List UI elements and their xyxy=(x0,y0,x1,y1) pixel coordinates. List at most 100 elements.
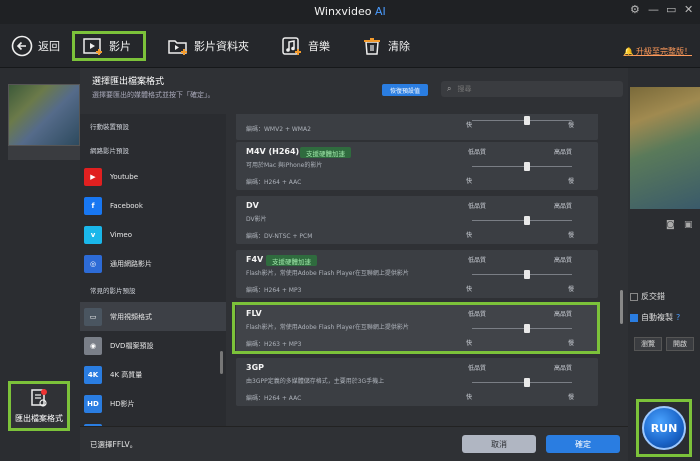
quality-slider-knob[interactable] xyxy=(524,116,530,125)
category-label: 4K 高質量 xyxy=(110,370,143,379)
app-title: Winxvideo AI xyxy=(0,5,700,18)
dvd-icon: ◉ xyxy=(84,336,102,355)
camera-icon[interactable]: ◙ xyxy=(666,220,675,230)
quality-slider-knob[interactable] xyxy=(524,378,530,387)
speed-slow-label: 慢 xyxy=(568,122,575,129)
dialog-header: 選擇匯出檔案格式 選擇要匯出的媒體格式並按下「確定」。 恢復預設值 ⌕ xyxy=(80,68,628,106)
cancel-button[interactable]: 取消 xyxy=(462,435,536,453)
quality-slider-track[interactable] xyxy=(472,382,572,383)
add-music-button[interactable]: 音樂 xyxy=(280,31,330,61)
category-item[interactable]: ▭ 常用視頻格式 xyxy=(80,302,226,331)
format-codec: 編碼：WMV2 + WMA2 xyxy=(246,126,311,133)
speed-fast-label: 快 xyxy=(466,178,473,185)
category-heading-web: 網路影片預設 xyxy=(90,147,129,155)
category-item[interactable]: v Vimeo xyxy=(80,220,226,249)
deinterlace-box[interactable] xyxy=(630,292,638,301)
selected-format-highlight xyxy=(232,302,600,354)
folder-label: 影片資料夾 xyxy=(194,40,249,53)
clear-button[interactable]: 清除 xyxy=(360,31,410,61)
search-input[interactable] xyxy=(457,85,598,93)
quality-slider-knob[interactable] xyxy=(524,162,530,171)
video-thumbnail[interactable] xyxy=(8,84,80,146)
youtube-icon: ▶ xyxy=(84,167,102,186)
category-label: 通用網路影片 xyxy=(110,259,152,268)
reset-defaults-button[interactable]: 恢復預設值 xyxy=(382,84,428,96)
speed-slow-label: 慢 xyxy=(568,232,575,239)
category-label: Youtube xyxy=(110,172,138,181)
category-item[interactable]: f Facebook xyxy=(80,191,226,220)
speed-slow-label: 慢 xyxy=(568,178,575,185)
category-label: DVD檔案預設 xyxy=(110,341,154,350)
autocopy-checkbox[interactable]: 自動複製 ? xyxy=(630,312,680,323)
folder-icon[interactable]: ▣ xyxy=(684,220,693,230)
quality-slider-track[interactable] xyxy=(472,220,572,221)
category-item[interactable]: TV電視機 xyxy=(80,418,226,426)
video-folder-button[interactable]: 影片資料夾 xyxy=(166,31,249,61)
back-label: 返回 xyxy=(38,40,60,53)
format-codec: 編碼：H264 + MP3 xyxy=(246,287,302,294)
back-button[interactable]: 返回 xyxy=(10,31,60,61)
add-video-button[interactable]: 影片 xyxy=(72,31,146,61)
quality-high-label: 高品質 xyxy=(554,203,573,210)
export-format-icon xyxy=(28,388,50,410)
minimize-icon[interactable]: — xyxy=(648,3,659,16)
quality-high-label: 高品質 xyxy=(554,257,573,264)
hd-icon: HD xyxy=(84,394,102,413)
category-scrollbar[interactable] xyxy=(220,351,223,374)
app-title-text: Winxvideo xyxy=(314,5,372,18)
format-name: 3GP xyxy=(246,363,264,372)
title-bar: Winxvideo AI ⚙ — ▭ ✕ xyxy=(0,0,700,24)
category-item[interactable]: ◉ DVD檔案預設 xyxy=(80,331,226,360)
category-item[interactable]: ◎ 通用網路影片 xyxy=(80,249,226,278)
quality-slider-track[interactable] xyxy=(472,274,572,275)
format-codec: 編碼：DV-NTSC + PCM xyxy=(246,233,313,240)
open-button[interactable]: 開啟 xyxy=(666,337,694,351)
export-format-button[interactable]: 匯出檔案格式 xyxy=(8,381,70,431)
ok-button[interactable]: 確定 xyxy=(546,435,620,453)
vimeo-icon: v xyxy=(84,225,102,244)
format-name: M4V (H264) xyxy=(246,147,300,156)
format-card[interactable]: 編碼：WMV2 + WMA2 快 慢 xyxy=(236,114,598,140)
category-mobile[interactable]: 行動裝置預設 xyxy=(80,114,226,138)
deinterlace-label: 反交錯 xyxy=(641,292,665,301)
search-box[interactable]: ⌕ xyxy=(441,81,623,97)
autocopy-box[interactable] xyxy=(630,313,638,322)
format-desc: Flash影片，常使用Adobe Flash Player在互聯網上提供影片 xyxy=(246,270,409,277)
format-card[interactable]: F4V 支援硬體加速 Flash影片，常使用Adobe Flash Player在互… xyxy=(236,250,598,298)
format-card[interactable]: M4V (H264) 支援硬體加速 可用於Mac 與iPhone的影片 編碼：H264… xyxy=(236,142,598,190)
quality-slider-track[interactable] xyxy=(472,120,572,121)
speed-fast-label: 快 xyxy=(466,286,473,293)
back-arrow-icon xyxy=(10,34,34,58)
restore-icon[interactable]: ▭ xyxy=(666,3,676,16)
format-scrollbar[interactable] xyxy=(620,290,623,324)
quality-slider-knob[interactable] xyxy=(524,216,530,225)
quality-low-label: 低品質 xyxy=(468,149,487,156)
monitor-icon: ▭ xyxy=(84,307,102,326)
category-item[interactable]: 4K 4K 高質量 xyxy=(80,360,226,389)
settings-icon[interactable]: ⚙ xyxy=(630,3,640,16)
format-card[interactable]: 3GP 由3GPP定義的多媒體儲存格式，主要用於3G手機上 編碼：H264 + AA… xyxy=(236,358,598,406)
speed-slow-label: 慢 xyxy=(568,394,575,401)
film-add-icon xyxy=(81,34,105,58)
format-card[interactable]: DV DV影片 編碼：DV-NTSC + PCM 低品質 高品質快 慢 xyxy=(236,196,598,244)
autocopy-label: 自動複製 xyxy=(641,313,673,322)
hw-accel-badge: 支援硬體加速 xyxy=(300,147,351,158)
dialog-title: 選擇匯出檔案格式 xyxy=(92,77,165,87)
quality-slider-track[interactable] xyxy=(472,166,572,167)
quality-slider-knob[interactable] xyxy=(524,270,530,279)
deinterlace-checkbox[interactable]: 反交錯 xyxy=(630,291,665,302)
speed-slow-label: 慢 xyxy=(568,286,575,293)
format-desc: 可用於Mac 與iPhone的影片 xyxy=(246,162,323,169)
dialog-subtitle: 選擇要匯出的媒體格式並按下「確定」。 xyxy=(92,91,215,99)
upgrade-link[interactable]: 🔔 升級至完整版！ xyxy=(623,46,692,57)
facebook-icon: f xyxy=(84,196,102,215)
help-icon[interactable]: ? xyxy=(676,313,680,322)
dialog-footer: 已選擇FFLV。 取消 確定 xyxy=(80,426,628,461)
category-label: HD影片 xyxy=(110,399,135,408)
category-item[interactable]: HD HD影片 xyxy=(80,389,226,418)
close-icon[interactable]: ✕ xyxy=(684,3,693,16)
browse-button[interactable]: 瀏覽 xyxy=(634,337,662,351)
run-button[interactable]: RUN xyxy=(642,406,686,450)
category-item[interactable]: ▶ Youtube xyxy=(80,162,226,191)
quality-low-label: 低品質 xyxy=(468,365,487,372)
